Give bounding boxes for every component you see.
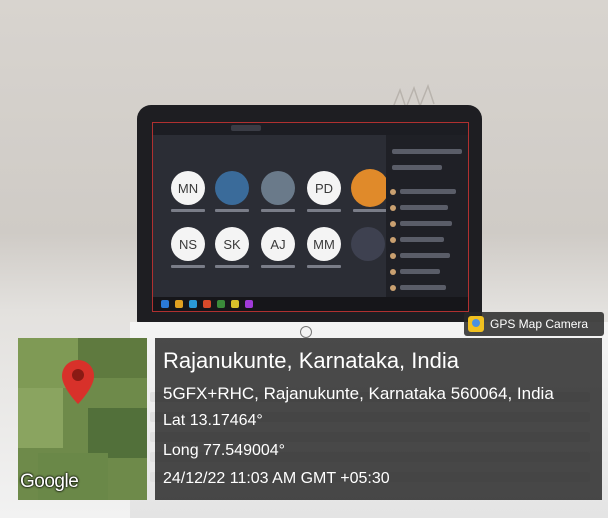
map-field <box>18 388 63 448</box>
location-info-panel: Rajanukunte, Karnataka, India 5GFX+RHC, … <box>155 338 602 500</box>
timestamp-text: 24/12/22 11:03 AM GMT +05:30 <box>163 470 390 487</box>
participant-name <box>261 265 295 268</box>
app-icon <box>217 300 225 308</box>
participant-name <box>261 209 295 212</box>
participant-name <box>307 209 341 212</box>
explorer-icon <box>175 300 183 308</box>
participant-name <box>353 209 387 212</box>
participant-initials: PD <box>314 180 334 196</box>
gps-badge-label: GPS Map Camera <box>490 317 589 331</box>
more-participants-tile <box>351 227 385 261</box>
participant-tile: AJ <box>261 227 295 261</box>
map-field <box>88 408 147 458</box>
participant-avatar <box>390 285 396 291</box>
gps-map-camera-badge: GPS Map Camera <box>464 312 604 336</box>
participant-tile: NS <box>171 227 205 261</box>
participants-panel <box>386 135 468 297</box>
participant-name <box>307 265 341 268</box>
app-icon <box>231 300 239 308</box>
participant-avatar <box>390 221 396 227</box>
participant-avatar <box>390 253 396 259</box>
participant-initials: NS <box>178 236 198 252</box>
participant-row <box>392 165 442 170</box>
participant-row <box>400 221 452 226</box>
participant-tile: PD <box>307 171 341 205</box>
address-text: 5GFX+RHC, Rajanukunte, Karnataka 560064,… <box>163 384 554 403</box>
office-icon <box>203 300 211 308</box>
participant-avatar <box>390 205 396 211</box>
start-icon <box>161 300 169 308</box>
participant-initials: MM <box>313 236 335 252</box>
participant-initials: SK <box>223 236 241 252</box>
participant-avatar <box>390 269 396 275</box>
hp-logo <box>300 326 312 338</box>
participant-tile: SK <box>215 227 249 261</box>
participant-photo-tile <box>261 171 295 205</box>
participant-row <box>400 285 446 290</box>
participant-name <box>215 209 249 212</box>
participant-name <box>171 265 205 268</box>
participant-row <box>400 269 440 274</box>
windows-taskbar <box>153 297 468 311</box>
participant-name <box>215 265 249 268</box>
participant-row <box>400 205 448 210</box>
app-icon <box>245 300 253 308</box>
participant-name <box>171 209 205 212</box>
participant-row <box>400 253 450 258</box>
longitude-text: Long 77.549004° <box>163 442 286 459</box>
latitude-text: Lat 13.17464° <box>163 412 263 429</box>
participant-row <box>400 189 456 194</box>
participant-initials: MN <box>177 180 199 196</box>
participant-tile: MN <box>171 171 205 205</box>
laptop-screen: MN PD NS SK AJ MM <box>152 122 469 312</box>
meeting-top-bar <box>153 123 468 135</box>
participant-photo-tile <box>351 169 389 207</box>
participant-avatar <box>390 237 396 243</box>
participant-avatar <box>390 189 396 195</box>
gps-map-camera-icon <box>468 316 484 332</box>
meeting-tab <box>231 125 261 131</box>
google-logo: Google <box>20 471 79 492</box>
photo-background: MN PD NS SK AJ MM GPS Map Camera Google … <box>0 0 608 518</box>
participant-tile: MM <box>307 227 341 261</box>
location-pin-icon <box>62 360 94 404</box>
edge-icon <box>189 300 197 308</box>
place-title: Rajanukunte, Karnataka, India <box>163 348 459 373</box>
participant-row <box>392 149 462 154</box>
participant-photo-tile <box>215 171 249 205</box>
participant-initials: AJ <box>270 236 286 252</box>
participant-row <box>400 237 444 242</box>
